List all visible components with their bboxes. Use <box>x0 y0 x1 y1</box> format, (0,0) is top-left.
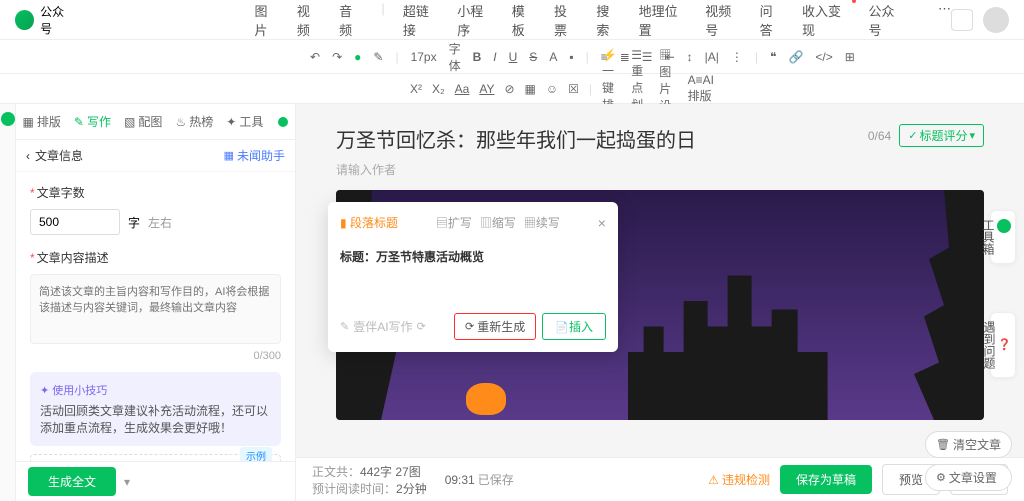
clear-article-button[interactable]: 🗑清空文章 <box>925 431 1012 458</box>
issue-panel[interactable]: ❓遇到问题 <box>990 312 1016 378</box>
nav-qa[interactable]: 问答 <box>760 1 784 39</box>
tip-box: ✦ 使用小技巧 活动回顾类文章建议补充活动流程，还可以添加重点流程，生成效果会更… <box>30 372 281 446</box>
tab-tools[interactable]: ✦工具 <box>226 113 263 130</box>
back-icon[interactable]: ‹ <box>26 149 30 163</box>
popup-content: 标题：万圣节特惠活动概览 <box>340 243 606 305</box>
avatar[interactable] <box>983 7 1009 33</box>
bold-icon[interactable]: B <box>473 50 482 64</box>
toolbar: ↶ ↷ ● ✎ | 17px 字体 B I U S A ▪ | ≡ ≣ ☰ ⇤ … <box>0 40 1024 74</box>
tab-write[interactable]: ✎写作 <box>74 113 111 130</box>
more-icon[interactable]: ⊞ <box>845 50 855 64</box>
tip-body: 活动回顾类文章建议补充活动流程，还可以添加重点流程，生成效果会更好哦！ <box>40 402 271 436</box>
list-icon[interactable]: ⋮ <box>731 50 743 64</box>
tip-label: ✦ 使用小技巧 <box>40 382 107 398</box>
close-icon[interactable]: × <box>598 215 606 231</box>
paint-icon[interactable]: ✎ <box>373 50 383 64</box>
sidebar-logo-icon[interactable] <box>1 112 15 126</box>
char-counter: 0/300 <box>30 350 281 362</box>
ai-popup: ▮ 段落标题 ▤扩写 ▥缩写 ▦续写 × 标题：万圣节特惠活动概览 ✎ 壹伴AI… <box>328 202 618 352</box>
nav-link[interactable]: 超链接 <box>403 1 439 39</box>
article-title[interactable]: 万圣节回忆杀：那些年我们一起捣蛋的日 <box>336 124 696 153</box>
unit-label: 字 <box>128 214 140 231</box>
color-icon[interactable]: A <box>549 50 557 64</box>
logo-icon <box>15 10 34 30</box>
word-stat: 正文共：442字 27图预计阅读时间：2分钟 <box>312 463 427 497</box>
desc-label: 文章内容描述 <box>30 249 281 266</box>
wordcount-input[interactable] <box>30 209 120 235</box>
nav-miniapp[interactable]: 小程序 <box>457 1 493 39</box>
fontsize[interactable]: 17px <box>411 50 437 64</box>
article-settings-button[interactable]: ⚙文章设置 <box>925 464 1012 491</box>
brand: 公众号 <box>15 3 75 37</box>
tab-image[interactable]: ▧配图 <box>124 113 162 130</box>
redo-icon[interactable]: ↷ <box>332 50 342 64</box>
sub-icon[interactable]: X₂ <box>432 82 445 96</box>
emoji-icon[interactable]: ☺ <box>546 82 558 96</box>
nav-account[interactable]: 公众号 <box>869 1 905 39</box>
code-icon[interactable]: </> <box>815 50 832 64</box>
symbol-icon[interactable]: ☒ <box>568 82 579 96</box>
check-button[interactable]: ⚠违规检测 <box>708 471 770 488</box>
brush-icon[interactable]: ● <box>354 50 361 64</box>
shrink-option[interactable]: ▥缩写 <box>480 214 516 231</box>
ai-brand: ✎ 壹伴AI写作 ⟳ <box>340 318 426 335</box>
letter-icon[interactable]: |A| <box>705 50 719 64</box>
quote-icon[interactable]: ❝ <box>770 50 776 64</box>
desc-input[interactable] <box>30 274 281 344</box>
title-score-button[interactable]: ✓标题评分▾ <box>899 124 984 147</box>
nav-audio[interactable]: 音频 <box>339 1 363 39</box>
nav-channel[interactable]: 视频号 <box>705 1 741 39</box>
nav-template[interactable]: 模板 <box>512 1 536 39</box>
popup-tab[interactable]: ▮ 段落标题 <box>340 214 398 231</box>
nav-more-icon[interactable]: ⋯ <box>938 1 951 39</box>
font-family[interactable]: 字体 <box>449 40 461 74</box>
toolbar-2: X² X₂ Aa AY ⊘ ▦ ☺ ☒ | ⚡一键排版 ☰重点划线 ▦图片设计 … <box>0 74 1024 104</box>
toolbox-panel[interactable]: 工具箱 <box>990 210 1016 264</box>
nav-vote[interactable]: 投票 <box>554 1 578 39</box>
table-icon[interactable]: ▦ <box>525 82 536 96</box>
app-icon[interactable] <box>951 9 973 31</box>
generate-button[interactable]: 生成全文 <box>28 467 116 496</box>
nav-location[interactable]: 地理位置 <box>639 1 688 39</box>
wordcount-label: 文章字数 <box>30 184 281 201</box>
example-box: 示例 活动内容：清明前夕，春田花花高中举行以"缅怀先烈忆初心，赓续血脉志爱国"为… <box>30 454 281 461</box>
italic-icon[interactable]: I <box>493 50 496 64</box>
undo-icon[interactable]: ↶ <box>310 50 320 64</box>
author-input[interactable]: 请输入作者 <box>336 161 984 178</box>
approx-label: 左右 <box>148 214 172 231</box>
case-icon[interactable]: Aa <box>455 82 470 96</box>
dot-icon <box>278 117 288 127</box>
save-time: 09:31 已保存 <box>445 471 514 488</box>
nav-income[interactable]: 收入变现 <box>802 1 851 39</box>
accent-icon[interactable]: AY <box>479 82 494 96</box>
example-label: 示例 <box>240 447 272 461</box>
gen-dropdown-icon[interactable]: ▾ <box>124 475 130 489</box>
link-icon[interactable]: 🔗 <box>788 50 803 64</box>
top-nav: 图片 视频 音频 | 超链接 小程序 模板 投票 搜索 地理位置 视频号 问答 … <box>255 1 951 39</box>
sup-icon[interactable]: X² <box>410 82 422 96</box>
breadcrumb: 文章信息 <box>35 147 83 164</box>
clear-icon[interactable]: ⊘ <box>504 82 514 96</box>
continue-option[interactable]: ▦续写 <box>524 214 560 231</box>
nav-image[interactable]: 图片 <box>255 1 279 39</box>
underline-icon[interactable]: U <box>509 50 518 64</box>
nav-search[interactable]: 搜索 <box>596 1 620 39</box>
regenerate-button[interactable]: ⟳重新生成 <box>454 313 536 340</box>
tab-layout[interactable]: ▦排版 <box>23 113 61 130</box>
insert-button[interactable]: 📄插入 <box>542 313 606 340</box>
strike-icon[interactable]: S <box>529 50 537 64</box>
spacing-icon[interactable]: ↕ <box>687 50 693 64</box>
save-draft-button[interactable]: 保存为草稿 <box>780 465 872 494</box>
highlight-icon[interactable]: ▪ <box>569 50 573 64</box>
nav-video[interactable]: 视频 <box>297 1 321 39</box>
helper-link[interactable]: ▦未闻助手 <box>224 147 285 164</box>
tab-hot[interactable]: ♨热榜 <box>175 113 213 130</box>
title-counter: 0/64 <box>868 129 891 143</box>
expand-option[interactable]: ▤扩写 <box>436 214 472 231</box>
ai-layout[interactable]: A≡AI排版 <box>688 73 714 104</box>
